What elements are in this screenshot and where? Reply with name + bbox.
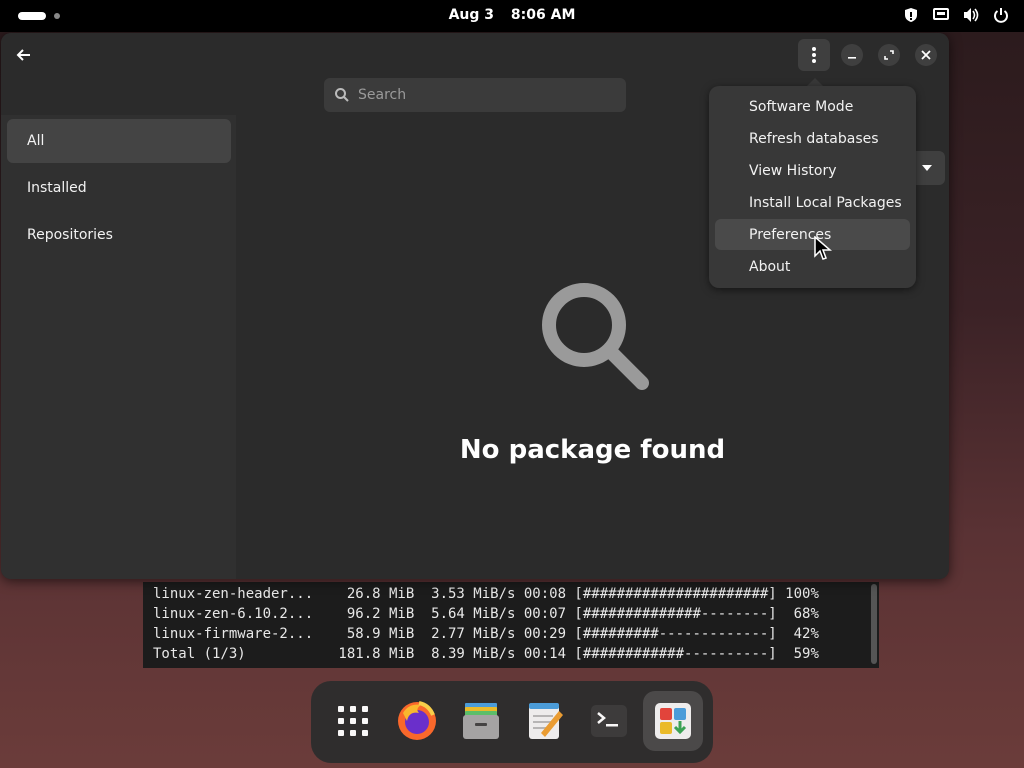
app-grid-icon <box>338 706 368 736</box>
dock-files[interactable] <box>451 691 511 751</box>
search-empty-icon <box>542 283 649 390</box>
minimize-button[interactable] <box>841 44 863 66</box>
sidebar-item-label: Repositories <box>27 227 113 243</box>
firefox-icon <box>398 701 436 740</box>
dock-firefox[interactable] <box>387 691 447 751</box>
maximize-button[interactable] <box>878 44 900 66</box>
arrow-left-icon <box>16 49 30 61</box>
terminal-icon <box>591 705 627 737</box>
app-grid-button[interactable] <box>323 691 383 751</box>
terminal-line: Total (1/3) 181.8 MiB 8.39 MiB/s 00:14 [… <box>153 646 819 662</box>
sidebar-item-all[interactable]: All <box>7 119 231 163</box>
dock-software-manager[interactable] <box>643 691 703 751</box>
minimize-icon <box>848 57 856 59</box>
chevron-down-icon <box>922 165 932 171</box>
close-icon <box>921 50 931 60</box>
maximize-icon <box>884 50 894 60</box>
files-icon <box>463 703 499 739</box>
menu-item-refresh-databases[interactable]: Refresh databases <box>715 123 910 154</box>
terminal-scrollbar[interactable] <box>871 584 877 664</box>
menu-item-label: Software Mode <box>749 98 854 115</box>
terminal-window[interactable]: linux-zen-header... 26.8 MiB 3.53 MiB/s … <box>143 582 879 668</box>
power-icon[interactable] <box>992 6 1010 24</box>
back-button[interactable] <box>11 43 37 67</box>
close-button[interactable] <box>915 44 937 66</box>
software-manager-icon <box>655 703 691 739</box>
clock-date: Aug 3 <box>448 7 495 23</box>
menu-item-label: Install Local Packages <box>749 194 902 211</box>
main-menu-button[interactable] <box>798 39 830 71</box>
menu-item-label: About <box>749 258 791 275</box>
text-editor-icon <box>529 703 563 739</box>
menu-item-label: View History <box>749 162 837 179</box>
volume-icon[interactable] <box>962 6 980 24</box>
kebab-menu-icon <box>812 47 816 63</box>
mouse-cursor-icon <box>814 236 833 260</box>
clock-time: 8:06 AM <box>510 7 576 23</box>
shield-icon[interactable] <box>902 6 920 24</box>
network-icon[interactable] <box>932 6 950 24</box>
dock-text-editor[interactable] <box>515 691 575 751</box>
search-input[interactable] <box>356 86 620 104</box>
menu-item-label: Refresh databases <box>749 130 879 147</box>
sidebar-item-installed[interactable]: Installed <box>7 166 231 210</box>
dock <box>311 681 713 763</box>
sidebar-item-label: All <box>27 133 45 149</box>
clock[interactable]: Aug 3 8:06 AM <box>0 7 1024 23</box>
dock-terminal[interactable] <box>579 691 639 751</box>
search-icon <box>335 88 349 102</box>
sidebar-item-repositories[interactable]: Repositories <box>7 213 231 257</box>
sidebar: All Installed Repositories <box>1 115 236 579</box>
menu-item-software-mode[interactable]: Software Mode <box>715 91 910 122</box>
menu-item-install-local-packages[interactable]: Install Local Packages <box>715 187 910 218</box>
terminal-line: linux-zen-6.10.2... 96.2 MiB 5.64 MiB/s … <box>153 606 819 622</box>
search-bar[interactable] <box>324 78 626 112</box>
terminal-line: linux-zen-header... 26.8 MiB 3.53 MiB/s … <box>153 586 819 602</box>
top-bar: Aug 3 8:06 AM <box>0 0 1024 32</box>
sidebar-item-label: Installed <box>27 180 87 196</box>
menu-item-view-history[interactable]: View History <box>715 155 910 186</box>
header-bar <box>1 33 949 77</box>
system-tray[interactable] <box>902 6 1010 24</box>
terminal-line: linux-firmware-2... 58.9 MiB 2.77 MiB/s … <box>153 626 819 642</box>
empty-state-message: No package found <box>459 435 726 465</box>
